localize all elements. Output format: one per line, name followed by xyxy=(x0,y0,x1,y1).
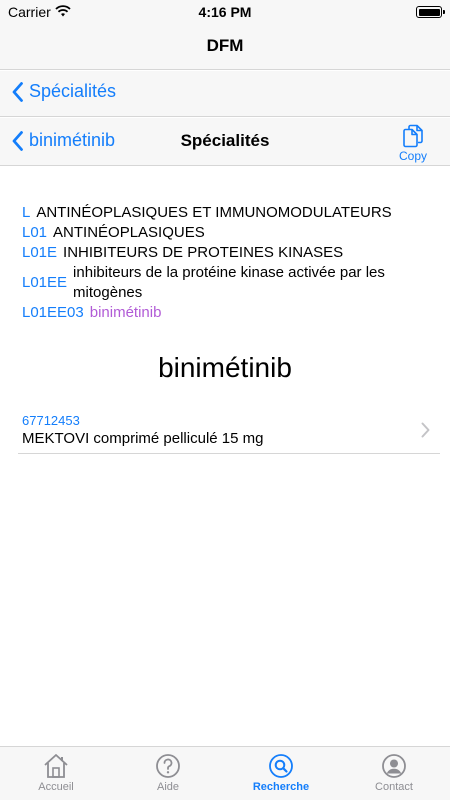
chevron-left-icon xyxy=(12,81,23,102)
atc-code: L01EE xyxy=(22,274,68,291)
page-title: Spécialités xyxy=(180,131,270,150)
copy-label: Copy xyxy=(398,149,427,163)
atc-row[interactable]: L01EE03 binimétinib xyxy=(22,303,432,323)
atc-code: L01EE03 xyxy=(22,304,84,321)
atc-code: L xyxy=(22,204,31,221)
back-to-specialites-button[interactable]: Spécialités xyxy=(12,81,116,102)
battery-icon xyxy=(416,6,445,18)
atc-label: INHIBITEURS DE PROTEINES KINASES xyxy=(63,244,344,261)
home-icon xyxy=(44,754,68,778)
status-time: 4:16 PM xyxy=(198,4,252,20)
drug-title: binimétinib xyxy=(158,352,292,383)
help-icon xyxy=(156,754,180,778)
tab-recherche[interactable]: Recherche xyxy=(225,753,337,793)
atc-label: ANTINÉOPLASIQUES xyxy=(53,224,205,241)
atc-label-selected: binimétinib xyxy=(89,304,162,321)
tab-aide[interactable]: Aide xyxy=(112,753,224,793)
atc-row[interactable]: L01EE inhibiteurs de la protéine kinase … xyxy=(22,263,432,303)
tab-label: Accueil xyxy=(38,781,74,793)
nav-bar-specialites: Spécialités xyxy=(0,71,450,117)
nav-bar-detail: binimétinib Spécialités Copy xyxy=(0,118,450,166)
app-header: DFM xyxy=(0,26,450,70)
back-label: Spécialités xyxy=(29,81,117,101)
atc-code: L01E xyxy=(22,244,58,261)
tab-bar: Accueil Aide Recherche Contact xyxy=(0,746,450,800)
product-name: MEKTOVI comprimé pelliculé 15 mg xyxy=(22,430,264,447)
tab-contact[interactable]: Contact xyxy=(338,753,450,793)
product-code: 67712453 xyxy=(22,413,80,428)
atc-code: L01 xyxy=(22,224,48,241)
atc-hierarchy: L ANTINÉOPLASIQUES ET IMMUNOMODULATEURS … xyxy=(22,203,432,323)
copy-button[interactable]: Copy xyxy=(396,124,430,163)
atc-row[interactable]: L ANTINÉOPLASIQUES ET IMMUNOMODULATEURS xyxy=(22,203,432,223)
tab-accueil[interactable]: Accueil xyxy=(0,753,112,793)
search-icon xyxy=(269,754,293,778)
atc-row[interactable]: L01 ANTINÉOPLASIQUES xyxy=(22,223,432,243)
atc-label: inhibiteurs de la protéine kinase activé… xyxy=(73,264,385,301)
tab-label: Recherche xyxy=(252,781,310,793)
copy-icon xyxy=(403,124,423,148)
product-row[interactable]: 67712453 MEKTOVI comprimé pelliculé 15 m… xyxy=(18,408,440,454)
atc-label: ANTINÉOPLASIQUES ET IMMUNOMODULATEURS xyxy=(36,204,392,221)
status-bar: Carrier 4:16 PM xyxy=(0,0,450,26)
tab-label: Aide xyxy=(156,781,180,793)
atc-row[interactable]: L01E INHIBITEURS DE PROTEINES KINASES xyxy=(22,243,432,263)
chevron-right-icon xyxy=(421,422,430,438)
app-title: DFM xyxy=(206,36,244,55)
contact-icon xyxy=(382,754,406,778)
tab-label: Contact xyxy=(375,781,413,793)
